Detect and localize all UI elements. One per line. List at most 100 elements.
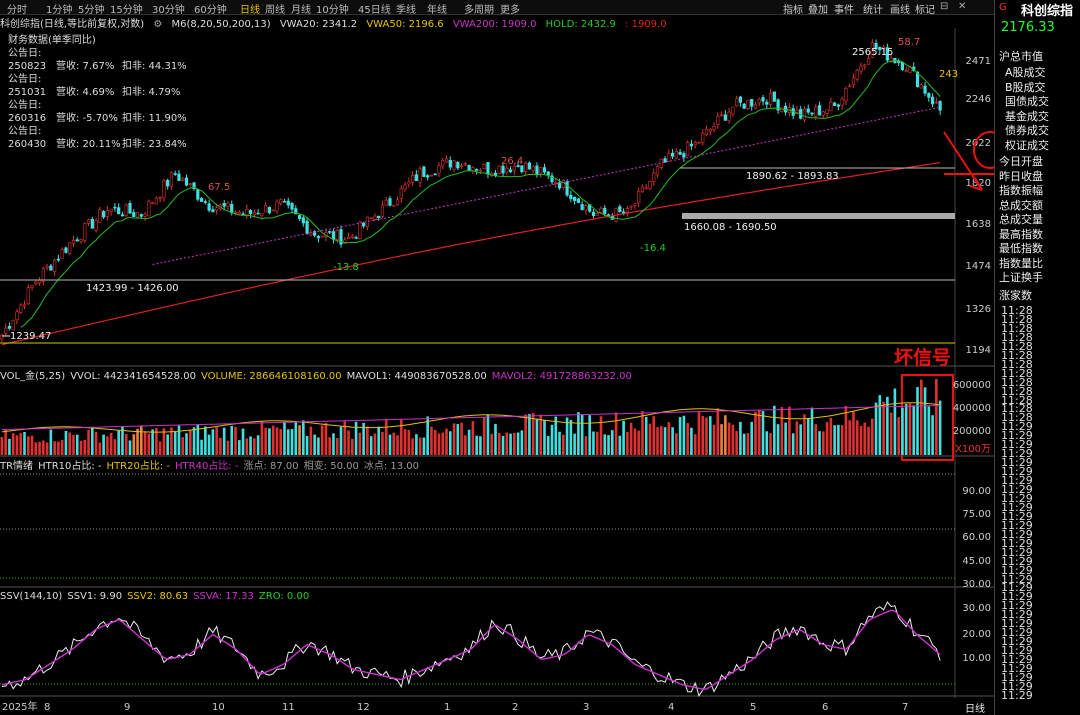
candle bbox=[181, 176, 185, 182]
candle-body bbox=[316, 236, 320, 239]
candle bbox=[267, 206, 272, 215]
candle bbox=[241, 211, 245, 216]
volume-bar bbox=[279, 428, 283, 455]
volume-bar bbox=[113, 439, 117, 455]
x-tick: 2025年 bbox=[2, 700, 37, 713]
candle-body bbox=[467, 164, 471, 171]
candle bbox=[369, 217, 373, 220]
volume-bar bbox=[927, 406, 931, 455]
close-icon[interactable]: ✕ bbox=[958, 1, 966, 12]
candle bbox=[117, 203, 121, 215]
candle-body bbox=[181, 178, 185, 181]
candle bbox=[659, 158, 663, 170]
rp-item-15: 涨家数 bbox=[999, 288, 1032, 302]
volume-bar bbox=[656, 427, 659, 455]
tool-5[interactable]: 标记 bbox=[915, 1, 935, 16]
candle bbox=[927, 92, 931, 102]
candle bbox=[64, 246, 68, 254]
candle-body bbox=[497, 165, 501, 174]
volume-bar bbox=[701, 416, 705, 455]
tab-0[interactable]: 分时 bbox=[7, 1, 27, 16]
candle bbox=[286, 197, 290, 209]
volume-bar bbox=[852, 410, 855, 455]
volume-bar bbox=[45, 442, 49, 455]
volume-bar bbox=[324, 422, 328, 455]
tool-0[interactable]: 指标 bbox=[783, 1, 803, 16]
volume-bar bbox=[347, 430, 350, 455]
volume-bar bbox=[524, 414, 527, 455]
volume-legend-volume: VOLUME: 286646108160.00 bbox=[200, 371, 342, 382]
volume-bar bbox=[720, 424, 723, 455]
candle-body bbox=[354, 237, 358, 239]
candle-body bbox=[897, 61, 901, 63]
tab-11[interactable]: 季线 bbox=[396, 1, 416, 16]
candle-body bbox=[267, 207, 272, 214]
tab-7[interactable]: 周线 bbox=[265, 1, 285, 16]
volume-bar bbox=[15, 435, 19, 455]
candle bbox=[938, 100, 942, 116]
tab-6[interactable]: 日线 bbox=[240, 1, 260, 16]
candle-body bbox=[573, 196, 577, 201]
candle bbox=[527, 161, 532, 170]
volume-bar bbox=[445, 428, 448, 455]
candle bbox=[245, 204, 249, 219]
candle bbox=[4, 323, 8, 336]
tab-9[interactable]: 10分钟 bbox=[316, 1, 349, 16]
candle-body bbox=[927, 92, 931, 98]
volume-bar bbox=[893, 388, 897, 455]
candle-body bbox=[459, 165, 464, 168]
candle-body bbox=[701, 133, 705, 143]
tab-13[interactable]: 多周期 bbox=[464, 1, 494, 16]
tr-legend-htr10: HTR10占比: - bbox=[38, 461, 102, 472]
candle bbox=[0, 333, 4, 343]
tool-3[interactable]: 统计 bbox=[863, 1, 883, 16]
volume-bar bbox=[49, 429, 53, 455]
tab-1[interactable]: 1分钟 bbox=[46, 1, 72, 16]
volume-bar bbox=[614, 412, 618, 455]
candle-body bbox=[441, 160, 445, 167]
candle-body bbox=[716, 116, 720, 125]
tool-1[interactable]: 叠加 bbox=[808, 1, 828, 16]
tab-12[interactable]: 年线 bbox=[427, 1, 447, 16]
volume-bar bbox=[475, 435, 478, 455]
candle-body bbox=[169, 172, 174, 187]
volume-bar bbox=[618, 435, 622, 455]
tool-4[interactable]: 画线 bbox=[890, 1, 910, 16]
volume-bar bbox=[290, 429, 294, 455]
volume-bar bbox=[897, 417, 900, 455]
volume-bar bbox=[633, 428, 637, 455]
range-label-1: 1423.99 - 1426.00 bbox=[86, 283, 179, 294]
candle-body bbox=[154, 197, 158, 205]
volume-bar bbox=[57, 441, 60, 455]
candle-body bbox=[493, 172, 498, 176]
tab-2[interactable]: 5分钟 bbox=[78, 1, 104, 16]
bottom-tab-daily[interactable]: 日线 bbox=[965, 700, 985, 715]
tab-4[interactable]: 30分钟 bbox=[152, 1, 185, 16]
tool-2[interactable]: 事件 bbox=[834, 1, 854, 16]
candle-body bbox=[395, 199, 400, 205]
tab-14[interactable]: 更多 bbox=[500, 1, 520, 16]
tab-3[interactable]: 15分钟 bbox=[110, 1, 143, 16]
volume-bar bbox=[415, 434, 418, 455]
volume-bar bbox=[471, 421, 475, 455]
volume-bar bbox=[34, 442, 38, 455]
candle-body bbox=[233, 211, 238, 214]
candle-body bbox=[689, 143, 694, 147]
volume-bar bbox=[757, 409, 761, 455]
tab-10[interactable]: 45日线 bbox=[358, 1, 391, 16]
range-label-3: 1890.62 - 1893.83 bbox=[746, 171, 839, 182]
volume-bar bbox=[369, 436, 373, 455]
candle-body bbox=[256, 212, 260, 215]
minimize-icon[interactable]: ⊟ bbox=[940, 1, 948, 12]
x-tick: 3 bbox=[583, 702, 589, 713]
tab-8[interactable]: 月线 bbox=[291, 1, 311, 16]
volume-bar bbox=[784, 422, 787, 455]
candle-body bbox=[79, 239, 83, 242]
volume-bar bbox=[889, 412, 893, 455]
candle bbox=[670, 149, 675, 160]
candle bbox=[418, 165, 422, 188]
candle-body bbox=[407, 181, 411, 185]
peak-label-4: 243 bbox=[939, 69, 958, 80]
tab-5[interactable]: 60分钟 bbox=[194, 1, 227, 16]
candle bbox=[380, 200, 385, 219]
